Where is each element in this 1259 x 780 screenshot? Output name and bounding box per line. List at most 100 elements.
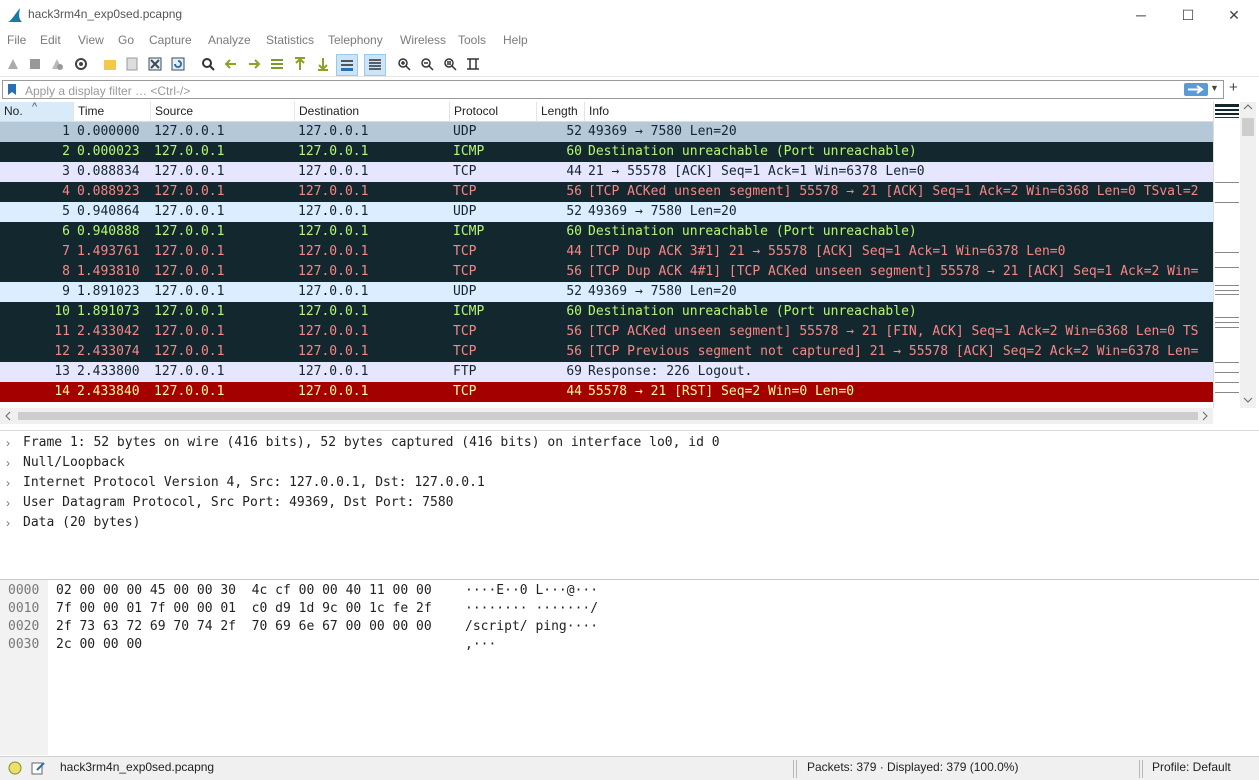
- packet-row[interactable]: 10 1.891073 127.0.0.1 127.0.0.1 ICMP 60 Destin…: [0, 302, 1213, 322]
- status-profile[interactable]: Profile: Default: [1152, 760, 1231, 774]
- packet-no: 7: [62, 244, 70, 259]
- packet-info: Destination unreachable (Port unreachabl…: [588, 304, 917, 319]
- packet-protocol: TCP: [453, 264, 477, 279]
- bytes-offset[interactable]: 0030: [8, 636, 39, 654]
- column-time[interactable]: Time: [74, 102, 151, 121]
- save-file-icon[interactable]: [123, 55, 141, 73]
- column-destination[interactable]: Destination: [295, 102, 450, 121]
- packet-row[interactable]: 9 1.891023 127.0.0.1 127.0.0.1 UDP 52 49369 → …: [0, 282, 1213, 302]
- reload-file-icon[interactable]: [169, 55, 187, 73]
- packet-row[interactable]: 5 0.940864 127.0.0.1 127.0.0.1 UDP 52 49369 → …: [0, 202, 1213, 222]
- bytes-hex[interactable]: 2f 73 63 72 69 70 74 2f 70 69 6e 67 00 0…: [56, 618, 432, 636]
- autoscroll-icon[interactable]: [336, 54, 358, 76]
- expand-chevron-icon[interactable]: ›: [6, 433, 10, 453]
- menu-analyze[interactable]: Analyze: [208, 33, 251, 47]
- menu-go[interactable]: Go: [118, 33, 134, 47]
- zoom-normal-icon[interactable]: [441, 55, 459, 73]
- packet-list-header: No. ^ Time Source Destination Protocol Le…: [0, 101, 1213, 122]
- close-button[interactable]: ✕: [1211, 0, 1257, 30]
- packet-row[interactable]: 1 0.000000 127.0.0.1 127.0.0.1 UDP 52 49369 → …: [0, 122, 1213, 142]
- packet-minimap[interactable]: [1213, 102, 1240, 408]
- bytes-offset[interactable]: 0000: [8, 582, 39, 600]
- menu-capture[interactable]: Capture: [149, 33, 192, 47]
- packet-protocol: TCP: [453, 244, 477, 259]
- packet-list-hscroll[interactable]: [0, 408, 1213, 424]
- menu-statistics[interactable]: Statistics: [266, 33, 314, 47]
- column-length[interactable]: Length: [537, 102, 585, 121]
- packet-row[interactable]: 13 2.433800 127.0.0.1 127.0.0.1 FTP 69 Respons…: [0, 362, 1213, 382]
- bytes-ascii[interactable]: /script/ ping····: [465, 618, 598, 636]
- column-source[interactable]: Source: [151, 102, 295, 121]
- find-packet-icon[interactable]: [199, 55, 217, 73]
- close-file-icon[interactable]: [146, 55, 164, 73]
- expand-chevron-icon[interactable]: ›: [6, 453, 10, 473]
- menu-wireless[interactable]: Wireless: [400, 33, 446, 47]
- packet-row[interactable]: 7 1.493761 127.0.0.1 127.0.0.1 TCP 44 [TCP Dup…: [0, 242, 1213, 262]
- stop-capture-icon[interactable]: [26, 55, 44, 73]
- go-first-icon[interactable]: [291, 55, 309, 73]
- packet-length: 56: [566, 344, 582, 359]
- capture-options-icon[interactable]: [72, 55, 90, 73]
- expert-info-icon[interactable]: [8, 761, 22, 775]
- packet-protocol: FTP: [453, 364, 477, 379]
- maximize-button[interactable]: ☐: [1165, 0, 1211, 30]
- menu-file[interactable]: File: [7, 33, 26, 47]
- packet-row[interactable]: 4 0.088923 127.0.0.1 127.0.0.1 TCP 56 [TCP ACK…: [0, 182, 1213, 202]
- packet-list-vscroll[interactable]: [1240, 102, 1256, 408]
- column-info[interactable]: Info: [585, 102, 1213, 121]
- bytes-ascii[interactable]: ········ ·······/: [465, 600, 598, 618]
- minimize-button[interactable]: ─: [1118, 0, 1164, 30]
- display-filter-input[interactable]: Apply a display filter … <Ctrl-/>: [2, 80, 1224, 99]
- packet-row[interactable]: 11 2.433042 127.0.0.1 127.0.0.1 TCP 56 [TCP AC…: [0, 322, 1213, 342]
- menu-view[interactable]: View: [78, 33, 104, 47]
- apply-filter-icon[interactable]: [1184, 83, 1208, 96]
- menu-tools[interactable]: Tools: [458, 33, 486, 47]
- packet-row[interactable]: 8 1.493810 127.0.0.1 127.0.0.1 TCP 56 [TCP Dup…: [0, 262, 1213, 282]
- bookmark-icon[interactable]: [7, 83, 17, 96]
- open-file-icon[interactable]: [101, 55, 119, 73]
- packet-row[interactable]: 6 0.940888 127.0.0.1 127.0.0.1 ICMP 60 Destina…: [0, 222, 1213, 242]
- filter-history-dropdown[interactable]: ▼: [1210, 83, 1219, 93]
- packet-length: 56: [566, 324, 582, 339]
- packet-row[interactable]: 3 0.088834 127.0.0.1 127.0.0.1 TCP 44 21 → 555…: [0, 162, 1213, 182]
- restart-capture-icon[interactable]: [48, 55, 66, 73]
- zoom-in-icon[interactable]: [395, 55, 413, 73]
- packet-no: 5: [62, 204, 70, 219]
- bytes-hex[interactable]: 7f 00 00 01 7f 00 00 01 c0 d9 1d 9c 00 1…: [56, 600, 432, 618]
- start-capture-icon[interactable]: [4, 55, 22, 73]
- menu-help[interactable]: Help: [503, 33, 528, 47]
- bytes-hex[interactable]: 2c 00 00 00: [56, 636, 142, 654]
- packet-no: 3: [62, 164, 70, 179]
- packet-row[interactable]: 2 0.000023 127.0.0.1 127.0.0.1 ICMP 60 Destina…: [0, 142, 1213, 162]
- packet-row[interactable]: 12 2.433074 127.0.0.1 127.0.0.1 TCP 56 [TCP Pr…: [0, 342, 1213, 362]
- packet-destination: 127.0.0.1: [298, 304, 369, 319]
- bytes-hex[interactable]: 02 00 00 00 45 00 00 30 4c cf 00 00 40 1…: [56, 582, 432, 600]
- packet-row[interactable]: 14 2.433840 127.0.0.1 127.0.0.1 TCP 44 55578 →…: [0, 382, 1213, 402]
- menu-edit[interactable]: Edit: [40, 33, 61, 47]
- expand-chevron-icon[interactable]: ›: [6, 493, 10, 513]
- add-filter-button[interactable]: +: [1229, 79, 1238, 96]
- colorize-icon[interactable]: [364, 54, 386, 76]
- bytes-offset[interactable]: 0010: [8, 600, 39, 618]
- go-last-icon[interactable]: [314, 55, 332, 73]
- packet-destination: 127.0.0.1: [298, 204, 369, 219]
- expand-chevron-icon[interactable]: ›: [6, 473, 10, 493]
- packet-destination: 127.0.0.1: [298, 224, 369, 239]
- bytes-offset[interactable]: 0020: [8, 618, 39, 636]
- packet-protocol: TCP: [453, 164, 477, 179]
- menu-telephony[interactable]: Telephony: [328, 33, 383, 47]
- packet-protocol: UDP: [453, 284, 477, 299]
- column-protocol[interactable]: Protocol: [450, 102, 537, 121]
- expand-chevron-icon[interactable]: ›: [6, 513, 10, 533]
- capture-comment-icon[interactable]: [31, 761, 45, 775]
- bytes-ascii[interactable]: ,···: [465, 636, 496, 654]
- packet-time: 0.940888: [77, 224, 140, 239]
- zoom-out-icon[interactable]: [418, 55, 436, 73]
- bytes-ascii[interactable]: ····E··0 L···@···: [465, 582, 598, 600]
- go-to-packet-icon[interactable]: [268, 55, 286, 73]
- packet-protocol: ICMP: [453, 224, 485, 239]
- column-no[interactable]: No. ^: [0, 101, 74, 121]
- go-back-icon[interactable]: [222, 55, 240, 73]
- go-forward-icon[interactable]: [245, 55, 263, 73]
- resize-columns-icon[interactable]: [464, 55, 482, 73]
